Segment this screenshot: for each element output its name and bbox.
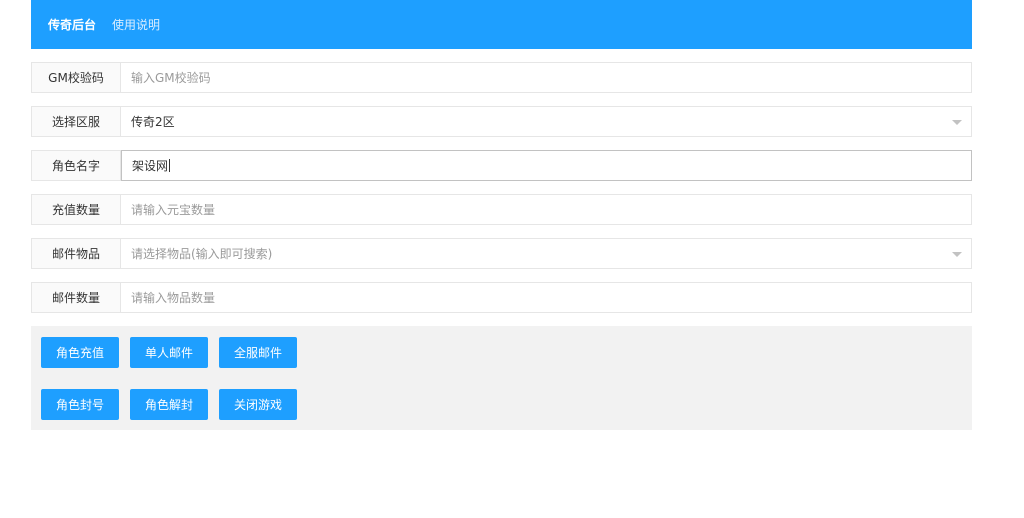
mail-item-select[interactable]: 请选择物品(输入即可搜索) — [121, 238, 972, 269]
top-nav-bar: 传奇后台 使用说明 — [31, 0, 972, 49]
admin-panel: 传奇后台 使用说明 GM校验码 选择区服 传奇2区 角色名字 架设网 充值数量 — [31, 0, 972, 430]
gm-code-input[interactable] — [131, 70, 971, 85]
form-row-server: 选择区服 传奇2区 — [31, 106, 972, 137]
ban-role-button[interactable]: 角色封号 — [41, 389, 120, 420]
role-name-label: 角色名字 — [31, 150, 121, 181]
gm-code-label: GM校验码 — [31, 62, 121, 93]
form-row-role-name: 角色名字 架设网 — [31, 150, 972, 181]
form-row-gm-code: GM校验码 — [31, 62, 972, 93]
gm-code-field-wrapper — [121, 62, 972, 93]
form-row-recharge: 充值数量 — [31, 194, 972, 225]
mail-item-label: 邮件物品 — [31, 238, 121, 269]
role-recharge-button[interactable]: 角色充值 — [41, 337, 120, 368]
action-row-2: 角色封号 角色解封 关闭游戏 — [41, 389, 962, 420]
role-name-input[interactable]: 架设网 — [132, 157, 168, 174]
chevron-down-icon — [952, 252, 962, 257]
mail-quantity-label: 邮件数量 — [31, 282, 121, 313]
role-name-field-wrapper: 架设网 — [121, 150, 972, 181]
server-select[interactable]: 传奇2区 — [121, 106, 972, 137]
mail-quantity-field-wrapper — [121, 282, 972, 313]
recharge-amount-input[interactable] — [131, 202, 971, 217]
action-panel: 角色充值 单人邮件 全服邮件 角色封号 角色解封 关闭游戏 — [31, 326, 972, 430]
brand-title[interactable]: 传奇后台 — [48, 16, 96, 33]
usage-guide-link[interactable]: 使用说明 — [112, 16, 160, 33]
recharge-field-wrapper — [121, 194, 972, 225]
unban-role-button[interactable]: 角色解封 — [130, 389, 209, 420]
single-mail-button[interactable]: 单人邮件 — [130, 337, 209, 368]
form-row-mail-item: 邮件物品 请选择物品(输入即可搜索) — [31, 238, 972, 269]
text-cursor — [169, 159, 171, 172]
chevron-down-icon — [952, 120, 962, 125]
action-row-1: 角色充值 单人邮件 全服邮件 — [41, 337, 962, 368]
recharge-amount-label: 充值数量 — [31, 194, 121, 225]
gm-form: GM校验码 选择区服 传奇2区 角色名字 架设网 充值数量 邮件物 — [31, 62, 972, 313]
server-selected-value: 传奇2区 — [131, 115, 175, 129]
server-label: 选择区服 — [31, 106, 121, 137]
mail-item-placeholder: 请选择物品(输入即可搜索) — [131, 247, 273, 261]
form-row-mail-quantity: 邮件数量 — [31, 282, 972, 313]
close-game-button[interactable]: 关闭游戏 — [219, 389, 298, 420]
mail-quantity-input[interactable] — [131, 290, 971, 305]
server-mail-button[interactable]: 全服邮件 — [219, 337, 298, 368]
